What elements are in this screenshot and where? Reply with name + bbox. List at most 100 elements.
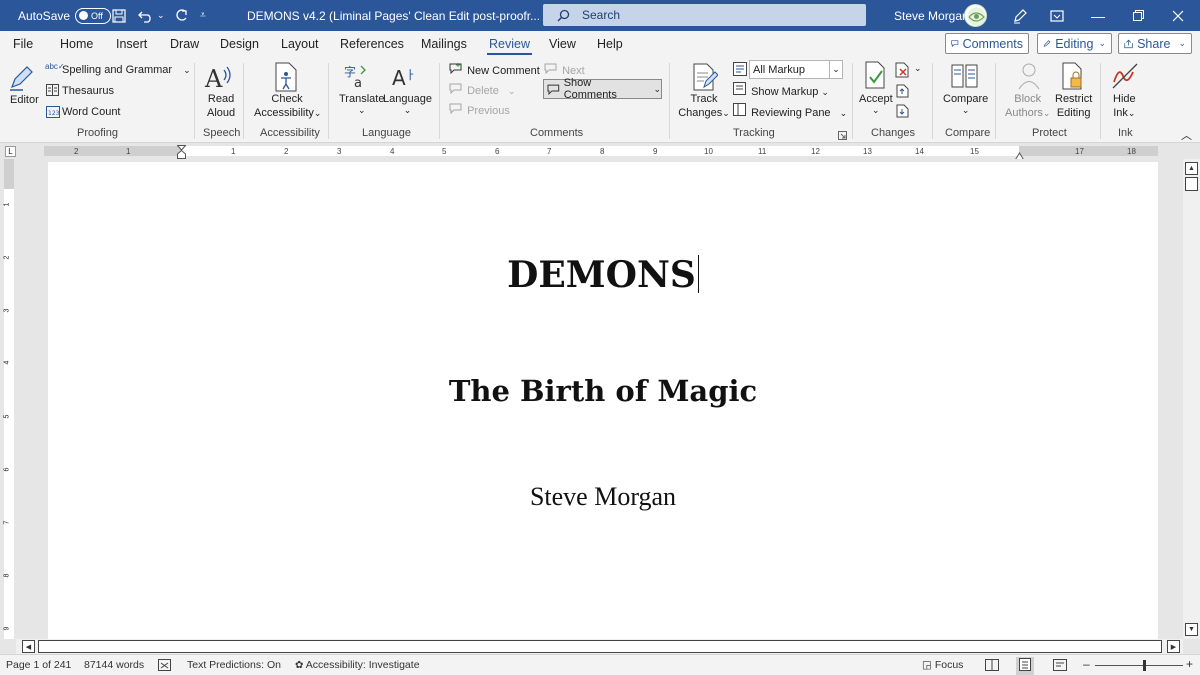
next-comment-button[interactable]: Next — [544, 63, 585, 77]
language-icon[interactable]: Aㅏ — [392, 63, 418, 92]
block-authors-icon[interactable] — [1017, 62, 1041, 93]
accessibility-status[interactable]: ✿ Accessibility: Investigate — [295, 659, 420, 671]
search-box[interactable]: Search — [543, 4, 866, 26]
scroll-right-icon[interactable]: ▶ — [1167, 640, 1180, 653]
undo-icon[interactable] — [138, 0, 154, 31]
accept-button[interactable]: Accept ⌄ — [859, 93, 893, 116]
zoom-out-button[interactable]: – — [1083, 657, 1090, 671]
web-layout-icon[interactable] — [1053, 659, 1067, 674]
document-area[interactable]: DEMONS The Birth of Magic Steve Morgan — [16, 159, 1183, 639]
reviewing-pane-button[interactable]: Reviewing Pane ⌄ — [733, 103, 847, 119]
document-page[interactable]: DEMONS The Birth of Magic Steve Morgan — [48, 162, 1158, 639]
text-predictions-status[interactable]: Text Predictions: On — [187, 659, 281, 671]
tab-review[interactable]: Review — [487, 31, 532, 57]
document-title-heading[interactable]: DEMONS — [48, 254, 1158, 296]
editing-mode-button[interactable]: Editing ⌄ — [1037, 33, 1112, 54]
tab-insert[interactable]: Insert — [116, 31, 147, 57]
new-comment-button[interactable]: New Comment — [449, 63, 540, 77]
undo-dropdown-icon[interactable]: ⌄ — [157, 0, 165, 31]
scrollbar-thumb[interactable] — [1185, 177, 1198, 191]
avatar[interactable] — [964, 4, 987, 27]
hide-ink-button[interactable]: Hide Ink⌄ — [1113, 93, 1136, 119]
restore-button[interactable] — [1116, 0, 1160, 31]
horizontal-scrollbar[interactable]: ◀ ▶ — [16, 639, 1183, 654]
word-count-button[interactable]: Word Count — [62, 106, 121, 118]
tab-selector-icon[interactable]: L — [5, 146, 16, 157]
scroll-down-icon[interactable]: ▼ — [1185, 623, 1198, 636]
scroll-left-icon[interactable]: ◀ — [22, 640, 35, 653]
collapse-ribbon-icon[interactable]: ︿ — [1181, 127, 1192, 143]
chevron-down-icon[interactable]: ⌄ — [914, 63, 922, 74]
share-button[interactable]: Share ⌄ — [1118, 33, 1192, 54]
document-author[interactable]: Steve Morgan — [48, 482, 1158, 512]
editor-button[interactable]: Editor — [10, 94, 39, 106]
translate-button[interactable]: Translate ⌄ — [339, 93, 384, 116]
check-accessibility-button[interactable]: Check Accessibility⌄ — [254, 93, 321, 119]
track-changes-icon[interactable] — [692, 63, 719, 94]
tab-draw[interactable]: Draw — [170, 31, 199, 57]
autosave-toggle[interactable]: Off — [75, 7, 112, 24]
language-button[interactable]: Language ⌄ — [383, 93, 432, 116]
tab-file[interactable]: File — [13, 31, 33, 57]
tab-references[interactable]: References — [340, 31, 404, 57]
word-count[interactable]: 87144 words — [84, 659, 144, 671]
horizontal-ruler[interactable]: L 2 1 1 2 3 4 5 6 7 8 9 10 11 12 13 14 1… — [0, 143, 1200, 160]
compare-icon[interactable] — [951, 62, 979, 93]
print-layout-icon[interactable] — [1016, 657, 1034, 675]
previous-comment-button[interactable]: Previous — [449, 103, 510, 117]
proofing-status-icon[interactable] — [158, 659, 171, 674]
restrict-editing-button[interactable]: Restrict Editing — [1055, 93, 1092, 119]
track-changes-button[interactable]: Track Changes⌄ — [678, 93, 730, 119]
thesaurus-button[interactable]: Thesaurus — [62, 85, 114, 97]
compare-button[interactable]: Compare ⌄ — [943, 93, 988, 116]
minimize-button[interactable]: — — [1076, 0, 1120, 31]
tab-design[interactable]: Design — [220, 31, 259, 57]
zoom-slider-thumb[interactable] — [1143, 660, 1146, 671]
tab-view[interactable]: View — [549, 31, 576, 57]
read-aloud-icon[interactable]: A — [204, 62, 234, 95]
show-markup-button[interactable]: Show Markup ⌄ — [733, 82, 829, 98]
autosave[interactable]: AutoSave Off — [18, 0, 112, 31]
chevron-down-icon[interactable]: ⌄ — [829, 61, 842, 78]
tab-home[interactable]: Home — [60, 31, 93, 57]
block-authors-button[interactable]: Block Authors⌄ — [1005, 93, 1050, 119]
comments-button[interactable]: Comments — [945, 33, 1029, 54]
next-change-icon[interactable] — [896, 104, 910, 121]
document-subtitle[interactable]: The Birth of Magic — [48, 374, 1158, 408]
close-button[interactable] — [1156, 0, 1200, 31]
redo-icon[interactable] — [174, 0, 188, 31]
translate-icon[interactable]: 字a — [344, 63, 370, 92]
vertical-scrollbar[interactable]: ▲ ▼ — [1183, 159, 1200, 639]
save-icon[interactable] — [112, 0, 126, 31]
ribbon-display-icon[interactable] — [1050, 0, 1064, 31]
restrict-editing-icon[interactable] — [1061, 62, 1085, 93]
read-aloud-button[interactable]: Read Aloud — [207, 93, 235, 119]
editor-icon[interactable] — [9, 63, 35, 94]
focus-button[interactable]: ◲ Focus — [922, 659, 963, 671]
dialog-launcher-icon[interactable] — [838, 129, 847, 143]
scroll-up-icon[interactable]: ▲ — [1185, 162, 1198, 175]
chevron-down-icon[interactable]: ⌄ — [183, 65, 191, 75]
tab-layout[interactable]: Layout — [281, 31, 319, 57]
markup-dropdown[interactable]: All Markup ⌄ — [749, 60, 843, 79]
accept-icon[interactable] — [864, 61, 888, 94]
read-mode-icon[interactable] — [985, 659, 999, 674]
spelling-grammar-button[interactable]: Spelling and Grammar ⌄ — [62, 64, 191, 76]
page-count[interactable]: Page 1 of 241 — [6, 659, 71, 671]
tab-help[interactable]: Help — [597, 31, 623, 57]
show-comments-button[interactable]: Show Comments ⌄ — [543, 77, 662, 101]
user-name[interactable]: Steve Morgan — [894, 0, 969, 31]
chevron-down-icon[interactable]: ⌄ — [1178, 38, 1186, 49]
designer-pen-icon[interactable] — [1012, 0, 1028, 31]
horizontal-scrollbar-thumb[interactable] — [38, 640, 1162, 653]
customize-toolbar-icon[interactable]: ⩡ — [200, 0, 206, 31]
chevron-down-icon[interactable]: ⌄ — [653, 84, 661, 95]
previous-change-icon[interactable] — [896, 84, 910, 101]
tab-mailings[interactable]: Mailings — [421, 31, 467, 57]
zoom-slider-track[interactable] — [1095, 665, 1183, 666]
delete-comment-button[interactable]: Delete ⌄ — [449, 83, 515, 97]
reject-icon[interactable] — [895, 62, 911, 81]
zoom-in-button[interactable]: + — [1186, 657, 1193, 671]
accessibility-check-icon[interactable] — [273, 62, 299, 95]
hide-ink-icon[interactable] — [1111, 62, 1139, 93]
